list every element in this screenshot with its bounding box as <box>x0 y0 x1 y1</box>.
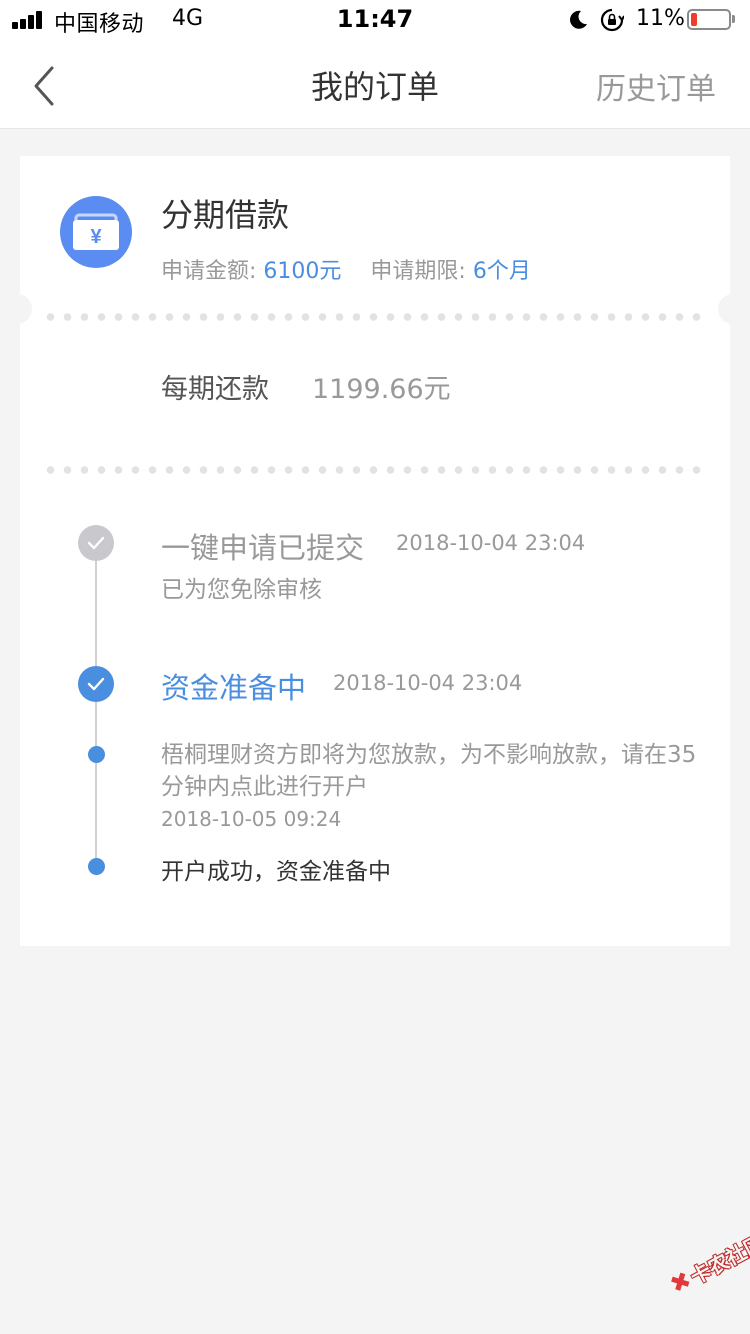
svg-text:¥: ¥ <box>90 226 102 248</box>
step-funding-time: 2018-10-04 23:04 <box>333 671 523 695</box>
term-value: 6个月 <box>472 259 531 284</box>
status-bar: 中国移动 4G 11:47 11% <box>0 0 750 40</box>
term-label: 申请期限: <box>370 259 466 284</box>
moon-icon <box>570 10 587 29</box>
rotation-lock-icon <box>600 8 624 32</box>
loan-title: 分期借款 <box>161 196 290 234</box>
timeline-line <box>95 544 97 866</box>
header: 中国移动 4G 11:47 11% 我的订单 历史订单 <box>0 0 750 129</box>
timeline-dot <box>88 858 105 875</box>
repay-value: 1199.66元 <box>312 374 451 405</box>
step-funding-title: 资金准备中 <box>161 671 307 705</box>
wallet-yuan-icon: ¥ <box>60 196 132 268</box>
check-icon <box>78 666 114 702</box>
apply-info: 申请金额: 6100元 申请期限: 6个月 <box>161 253 531 285</box>
account-opened-status: 开户成功，资金准备中 <box>161 859 391 885</box>
timeline-dot <box>88 746 105 763</box>
amount-value: 6100元 <box>263 259 342 284</box>
step-submitted-subtitle: 已为您免除审核 <box>161 577 322 603</box>
order-card: ¥ 分期借款 申请金额: 6100元 申请期限: 6个月 每期还款 1199.6… <box>8 156 742 946</box>
open-account-time: 2018-10-05 09:24 <box>161 807 342 831</box>
dotted-divider <box>42 466 708 474</box>
battery-tip <box>732 15 735 23</box>
step-submitted-title: 一键申请已提交 <box>161 531 365 565</box>
history-orders-button[interactable]: 历史订单 <box>596 64 716 108</box>
step-submitted-time: 2018-10-04 23:04 <box>396 531 586 555</box>
ticket-notch-right <box>718 294 742 324</box>
watermark-text: 卡农社区 <box>686 1230 750 1290</box>
dotted-divider <box>42 313 708 321</box>
repay-label: 每期还款 <box>161 374 269 405</box>
ticket-notch-left <box>8 294 32 324</box>
check-icon <box>78 525 114 561</box>
watermark-logo: ✖ 卡农社区 <box>652 1205 750 1299</box>
amount-label: 申请金额: <box>161 259 257 284</box>
open-account-link[interactable]: 梧桐理财资方即将为您放款，为不影响放款，请在35分钟内点此进行开户 <box>161 739 701 803</box>
battery-percent: 11% <box>636 6 685 31</box>
battery-icon <box>687 9 731 30</box>
